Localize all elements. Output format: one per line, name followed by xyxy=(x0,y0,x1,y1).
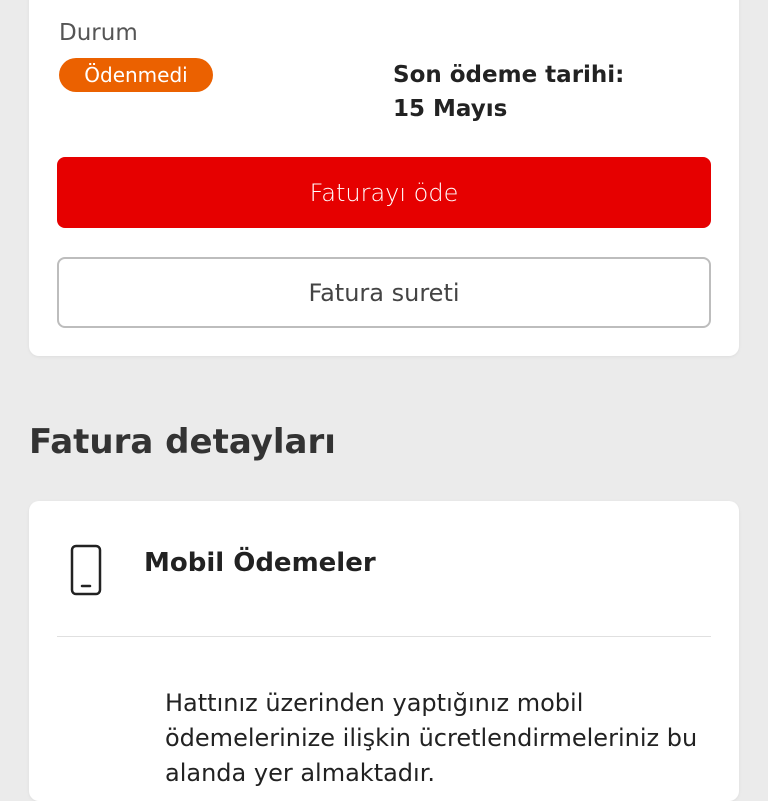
invoice-copy-button[interactable]: Fatura sureti xyxy=(57,257,711,328)
section-title-invoice-details: Fatura detayları xyxy=(29,422,336,462)
due-date-label: Son ödeme tarihi: xyxy=(393,62,625,88)
status-label: Durum xyxy=(59,20,138,46)
detail-item-title[interactable]: Mobil Ödemeler xyxy=(144,548,376,578)
divider xyxy=(57,636,711,637)
pay-invoice-button[interactable]: Faturayı öde xyxy=(57,157,711,228)
mobile-phone-icon xyxy=(70,544,102,596)
due-date-block: Son ödeme tarihi: 15 Mayıs xyxy=(393,58,624,126)
detail-item-description: Hattınız üzerinden yaptığınız mobil ödem… xyxy=(165,689,698,787)
status-badge: Ödenmedi xyxy=(59,58,213,92)
due-date-value: 15 Mayıs xyxy=(393,96,508,122)
